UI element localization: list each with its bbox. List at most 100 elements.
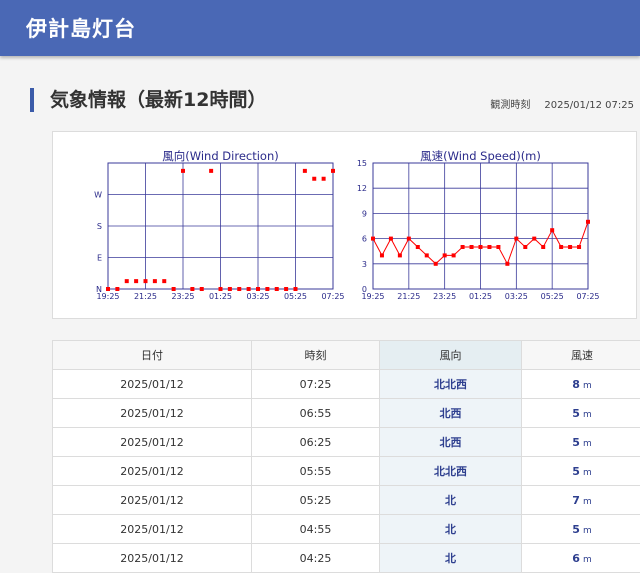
table-body: 2025/01/1207:25北北西8m2025/01/1206:55北西5m2… <box>53 370 640 573</box>
chart-1-data-point <box>487 245 491 249</box>
header-date: 日付 <box>53 341 252 370</box>
wind-speed-unit: m <box>583 555 592 565</box>
chart-0-x-tick-label: 23:25 <box>171 292 194 301</box>
chart-0-data-point <box>237 287 241 291</box>
chart-1-data-point <box>514 237 518 241</box>
cell-wind-direction: 北 <box>380 544 522 573</box>
cell-date: 2025/01/12 <box>53 428 252 457</box>
chart-0-data-point <box>265 287 269 291</box>
cell-time: 05:25 <box>252 486 380 515</box>
chart-0-data-point <box>181 169 185 173</box>
chart-1-data-point <box>568 245 572 249</box>
chart-0-data-point <box>275 287 279 291</box>
wind-speed-value: 6 <box>572 552 580 565</box>
chart-0-x-tick-label: 21:25 <box>134 292 157 301</box>
cell-time: 06:55 <box>252 399 380 428</box>
chart-1-data-point <box>407 237 411 241</box>
section-title: 気象情報（最新12時間） <box>50 88 266 112</box>
chart-1-x-tick-label: 23:25 <box>433 292 456 301</box>
wind-speed-value: 5 <box>572 436 580 449</box>
chart-0-y-tick-label: W <box>94 191 102 200</box>
chart-0-data-point <box>219 287 223 291</box>
chart-0-data-point <box>134 279 138 283</box>
cell-time: 05:55 <box>252 457 380 486</box>
header-wind-speed: 風速 <box>522 341 640 370</box>
cell-date: 2025/01/12 <box>53 515 252 544</box>
cell-wind-speed: 5m <box>522 428 640 457</box>
chart-1-data-point <box>479 245 483 249</box>
chart-0-data-point <box>162 279 166 283</box>
chart-1-data-point <box>496 245 500 249</box>
chart-1-x-tick-label: 03:25 <box>505 292 528 301</box>
chart-0-y-tick-label: N <box>96 285 102 294</box>
chart-1-x-tick-label: 01:25 <box>469 292 492 301</box>
chart-1-x-tick-label: 07:25 <box>576 292 599 301</box>
table-row: 2025/01/1206:55北西5m <box>53 399 640 428</box>
cell-wind-direction: 北北西 <box>380 457 522 486</box>
weather-table: 日付 時刻 風向 風速 2025/01/1207:25北北西8m2025/01/… <box>52 340 640 573</box>
chart-1-x-tick-label: 05:25 <box>541 292 564 301</box>
chart-0-data-point <box>115 287 119 291</box>
cell-date: 2025/01/12 <box>53 370 252 399</box>
chart-0-data-point <box>303 169 307 173</box>
chart-0-title: 風向(Wind Direction) <box>162 149 278 163</box>
wind-speed-unit: m <box>583 410 592 420</box>
cell-time: 04:55 <box>252 515 380 544</box>
cell-wind-direction: 北 <box>380 515 522 544</box>
chart-1-data-point <box>371 237 375 241</box>
cell-wind-speed: 5m <box>522 515 640 544</box>
chart-0-data-point <box>284 287 288 291</box>
chart-0-x-tick-label: 07:25 <box>321 292 344 301</box>
cell-time: 07:25 <box>252 370 380 399</box>
wind-speed-value: 7 <box>572 494 580 507</box>
site-header: 伊計島灯台 <box>0 0 640 56</box>
chart-1-data-point <box>505 262 509 266</box>
chart-1-data-point <box>425 253 429 257</box>
chart-0-data-point <box>153 279 157 283</box>
table-row: 2025/01/1205:55北北西5m <box>53 457 640 486</box>
chart-1-x-tick-label: 21:25 <box>397 292 420 301</box>
chart-0-data-point <box>247 287 251 291</box>
chart-0-data-point <box>125 279 129 283</box>
chart-1-y-tick-label: 0 <box>362 285 367 294</box>
chart-1-title: 風速(Wind Speed)(m) <box>420 149 541 163</box>
chart-0-data-point <box>294 287 298 291</box>
cell-date: 2025/01/12 <box>53 544 252 573</box>
chart-0-data-point <box>322 177 326 181</box>
charts-svg: 風向(Wind Direction)19:2521:2523:2501:2503… <box>53 132 636 318</box>
table-row: 2025/01/1204:25北 6m <box>53 544 640 573</box>
cell-wind-direction: 北北西 <box>380 370 522 399</box>
wind-speed-unit: m <box>583 526 592 536</box>
chart-1-data-point <box>389 237 393 241</box>
wind-speed-value: 5 <box>572 407 580 420</box>
chart-0-data-point <box>209 169 213 173</box>
chart-1-y-tick-label: 12 <box>357 184 367 193</box>
chart-panel: 風向(Wind Direction)19:2521:2523:2501:2503… <box>52 131 637 319</box>
observation-time: 観測時刻2025/01/12 07:25 <box>476 96 634 111</box>
site-title[interactable]: 伊計島灯台 <box>26 13 136 43</box>
cell-wind-direction: 北 <box>380 486 522 515</box>
wind-speed-unit: m <box>583 439 592 449</box>
table-row: 2025/01/1204:55北5m <box>53 515 640 544</box>
cell-wind-speed: 8m <box>522 370 640 399</box>
chart-1-data-point <box>380 253 384 257</box>
cell-wind-speed: 5m <box>522 457 640 486</box>
wind-speed-unit: m <box>583 497 592 507</box>
chart-1-y-tick-label: 3 <box>362 260 367 269</box>
cell-time: 04:25 <box>252 544 380 573</box>
chart-0-data-point <box>200 287 204 291</box>
chart-1-data-point <box>586 220 590 224</box>
cell-wind-direction: 北西 <box>380 428 522 457</box>
observation-time-value: 2025/01/12 07:25 <box>544 100 634 111</box>
wind-speed-value: 8 <box>572 378 580 391</box>
section-accent-bar <box>30 88 34 112</box>
chart-0-data-point <box>172 287 176 291</box>
chart-1-data-point <box>443 253 447 257</box>
chart-1-data-point <box>559 245 563 249</box>
chart-1-data-point <box>532 237 536 241</box>
chart-0-data-point <box>228 287 232 291</box>
chart-0-y-tick-label: E <box>97 254 102 263</box>
cell-date: 2025/01/12 <box>53 486 252 515</box>
table-header-row: 日付 時刻 風向 風速 <box>53 341 640 370</box>
header-wind-direction: 風向 <box>380 341 522 370</box>
